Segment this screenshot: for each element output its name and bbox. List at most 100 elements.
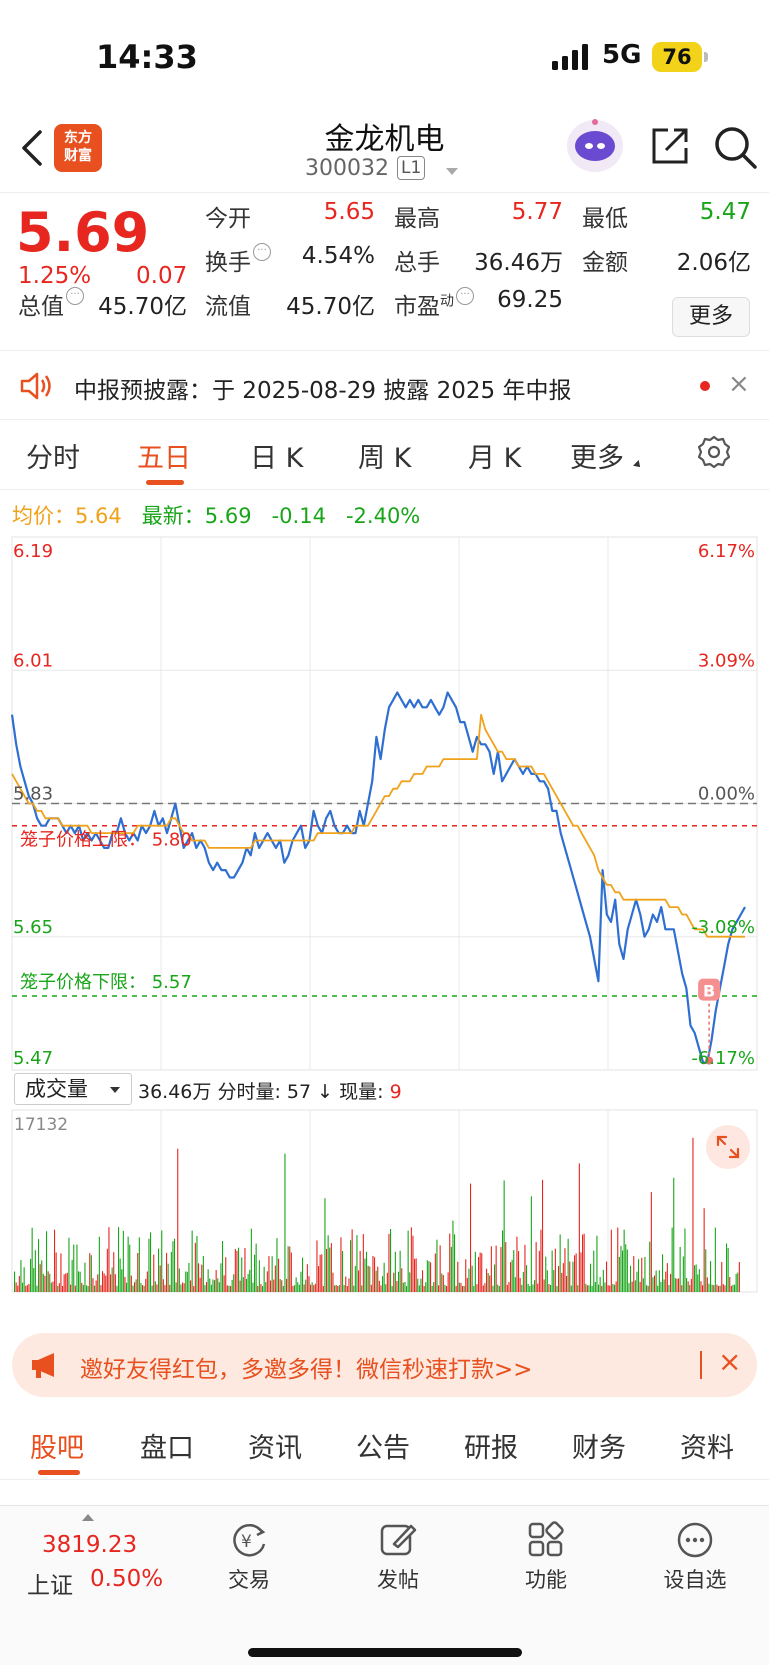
gear-icon[interactable] [696, 434, 732, 470]
nav-watchlist[interactable]: 设自选 [645, 1520, 745, 1594]
volume-bar [724, 1285, 726, 1292]
volume-bar [130, 1275, 132, 1292]
volume-bar [444, 1284, 446, 1292]
volume-bar [615, 1281, 617, 1292]
volume-bar [148, 1238, 150, 1292]
more-button[interactable]: 更多 [672, 297, 750, 337]
tab-profile[interactable]: 资料 [680, 1426, 734, 1465]
tab-monthly-k[interactable]: 月 K [468, 436, 521, 475]
volume-bar [366, 1251, 368, 1292]
volume-bar [18, 1275, 20, 1292]
tab-daily-k[interactable]: 日 K [250, 436, 303, 475]
volume-bar [167, 1263, 169, 1292]
volume-bar [452, 1220, 454, 1292]
volume-bar [535, 1242, 537, 1292]
volume-bar [386, 1272, 388, 1292]
notice-bar[interactable]: 中报预披露：于 2025-08-29 披露 2025 年中报 × [0, 350, 769, 420]
index-name[interactable]: 上证 [27, 1566, 73, 1600]
volume-bar [86, 1285, 88, 1292]
tab-intraday[interactable]: 分时 [26, 436, 80, 475]
volume-bar [73, 1244, 75, 1292]
volume-bar [468, 1268, 470, 1292]
volume-bar [172, 1241, 174, 1292]
share-icon[interactable] [648, 124, 692, 168]
tab-research[interactable]: 研报 [464, 1426, 518, 1465]
tab-weekly-k[interactable]: 周 K [358, 436, 411, 475]
network-label: 5G [602, 40, 642, 70]
info-icon[interactable]: ··· [456, 287, 474, 305]
volume-bar [590, 1263, 592, 1292]
volume-bar [343, 1285, 345, 1292]
tab-announcements[interactable]: 公告 [356, 1426, 410, 1465]
volume-bar [182, 1282, 184, 1292]
volume-bar [646, 1285, 648, 1292]
volume-bar [22, 1282, 24, 1292]
volume-bar [553, 1270, 555, 1292]
index-value[interactable]: 3819.23 [42, 1532, 137, 1558]
volume-bar [602, 1269, 604, 1292]
volume-bar [519, 1278, 521, 1292]
expand-icon[interactable] [706, 1125, 750, 1169]
volume-bar [247, 1274, 249, 1292]
volume-bar [25, 1285, 27, 1292]
volume-bar [145, 1278, 147, 1292]
info-icon[interactable]: ··· [66, 287, 84, 305]
volume-bar [706, 1277, 708, 1292]
volume-bar [226, 1285, 228, 1292]
volume-bar [729, 1277, 731, 1292]
volume-bar [606, 1261, 608, 1292]
volume-bar [396, 1281, 398, 1292]
search-icon[interactable] [712, 124, 758, 170]
promo-banner[interactable]: 邀好友得红包，多邀多得！微信秒速打款>> × [12, 1333, 757, 1397]
level-badge[interactable]: L1 [397, 156, 426, 180]
volume-bar [426, 1260, 428, 1292]
tab-order-book[interactable]: 盘口 [140, 1426, 194, 1465]
volume-bar [87, 1286, 89, 1292]
tab-five-day[interactable]: 五日 [137, 436, 191, 475]
volume-bar [38, 1239, 40, 1292]
volume-bar [620, 1246, 622, 1292]
caret-up-icon[interactable] [82, 1514, 94, 1521]
volume-bar [92, 1278, 94, 1292]
volume-bar [678, 1278, 680, 1292]
volume-bar [532, 1284, 534, 1292]
volume-bar [31, 1227, 33, 1292]
index-pct[interactable]: 0.50% [90, 1566, 163, 1592]
nav-functions[interactable]: 功能 [496, 1520, 596, 1594]
tab-finance[interactable]: 财务 [572, 1426, 626, 1465]
nav-post[interactable]: 发帖 [348, 1520, 448, 1594]
volume-bar [68, 1237, 70, 1292]
chevron-down-icon[interactable] [110, 1087, 120, 1093]
volume-bar [498, 1286, 500, 1292]
volume-bar [271, 1256, 273, 1292]
volume-bar [177, 1148, 179, 1292]
volume-bar [610, 1229, 612, 1292]
value-open: 5.65 [323, 199, 375, 225]
assistant-robot-icon[interactable] [565, 116, 625, 174]
nav-trade[interactable]: ¥ 交易 [199, 1520, 299, 1594]
info-icon[interactable]: ··· [253, 243, 271, 261]
tab-news[interactable]: 资讯 [248, 1426, 302, 1465]
volume-stat-value: 57 [286, 1081, 312, 1103]
chevron-down-icon[interactable] [446, 168, 458, 175]
volume-bar [703, 1208, 705, 1292]
volume-bar [513, 1250, 515, 1292]
tab-guba[interactable]: 股吧 [30, 1426, 84, 1465]
tab-more[interactable]: 更多 [570, 436, 624, 475]
price-chart[interactable]: B 6.19 6.01 5.83 5.65 5.47 6.17% 3.09% 0.00% -3.… [0, 535, 769, 1075]
volume-bar [303, 1284, 305, 1292]
label-high: 最高 [394, 206, 440, 232]
volume-bar [463, 1286, 465, 1292]
volume-chart[interactable]: 1713208/2208/2508/2608/2708/28 [0, 1108, 769, 1296]
stock-code[interactable]: 300032 [305, 156, 389, 181]
volume-bar [279, 1279, 281, 1292]
volume-bar [158, 1248, 160, 1292]
volume-max-label: 17132 [14, 1115, 68, 1135]
close-icon[interactable]: × [728, 369, 750, 399]
volume-bar [481, 1253, 483, 1292]
volume-bar [497, 1284, 499, 1292]
volume-bar [55, 1252, 57, 1292]
volume-bar [705, 1249, 707, 1292]
volume-bar [282, 1286, 284, 1292]
close-icon[interactable]: × [718, 1345, 741, 1378]
